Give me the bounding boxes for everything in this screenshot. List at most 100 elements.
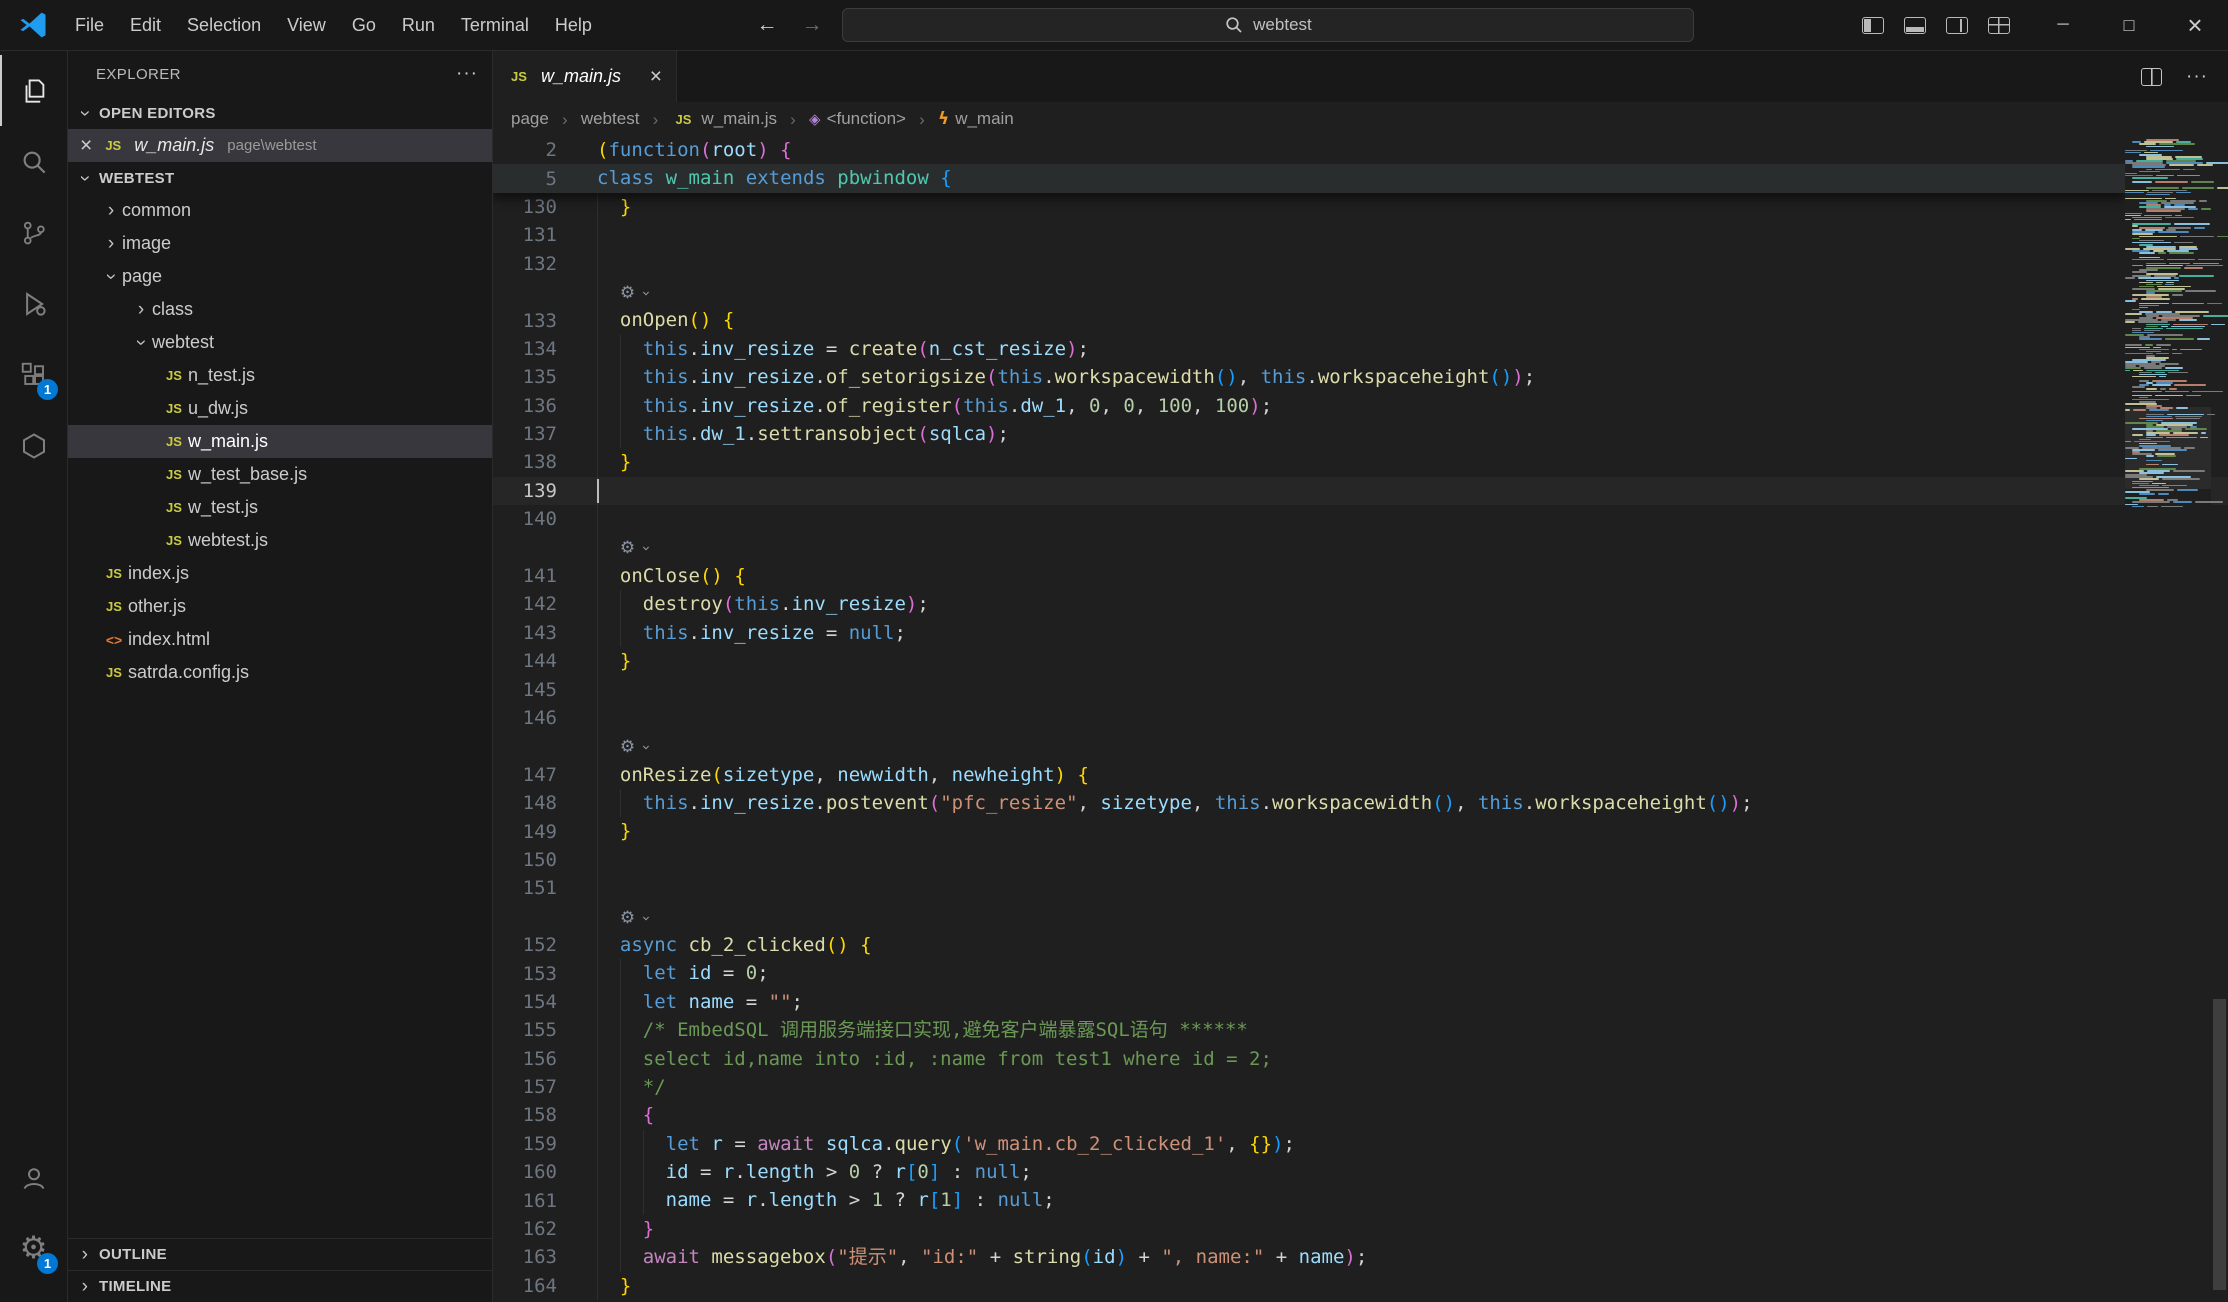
vertical-scrollbar[interactable] xyxy=(2211,136,2228,1302)
line-number[interactable]: 158 xyxy=(493,1104,597,1126)
line-number[interactable]: 5 xyxy=(493,168,597,190)
code-line[interactable]: 132 xyxy=(493,250,2228,278)
menu-file[interactable]: File xyxy=(62,7,117,43)
code-line[interactable]: 152 async cb_2_clicked() { xyxy=(493,931,2228,959)
line-number[interactable]: 163 xyxy=(493,1246,597,1268)
open-editor-item[interactable]: × JS w_main.js page\webtest xyxy=(68,129,492,162)
code-line[interactable]: 158 { xyxy=(493,1101,2228,1129)
tree-item-satrda-config-js[interactable]: JSsatrda.config.js xyxy=(68,656,492,689)
line-number[interactable]: 155 xyxy=(493,1019,597,1041)
maximize-button[interactable]: □ xyxy=(2096,0,2162,50)
toggle-panel-icon[interactable] xyxy=(1904,17,1926,34)
scrollbar-thumb[interactable] xyxy=(2213,999,2226,1291)
breadcrumb-item[interactable]: JSw_main.js xyxy=(671,109,777,129)
tree-item-index-html[interactable]: <>index.html xyxy=(68,623,492,656)
editor-content[interactable]: 2(function(root) {5class w_main extends … xyxy=(493,136,2228,1302)
tree-item-w-test-base-js[interactable]: JSw_test_base.js xyxy=(68,458,492,491)
tree-item-image[interactable]: ›image xyxy=(68,227,492,260)
line-number[interactable]: 143 xyxy=(493,622,597,644)
line-number[interactable]: 135 xyxy=(493,366,597,388)
breadcrumb-item[interactable]: page xyxy=(511,109,549,129)
code-line[interactable]: 134 this.inv_resize = create(n_cst_resiz… xyxy=(493,335,2228,363)
code-decoration-row[interactable]: ⚙› xyxy=(493,533,2228,561)
line-number[interactable]: 138 xyxy=(493,451,597,473)
menu-run[interactable]: Run xyxy=(389,7,448,43)
code-line[interactable]: 162 } xyxy=(493,1215,2228,1243)
tree-item-other-js[interactable]: JSother.js xyxy=(68,590,492,623)
line-number[interactable]: 139 xyxy=(493,480,597,502)
command-center-search[interactable]: webtest xyxy=(842,8,1694,42)
line-number[interactable]: 2 xyxy=(493,139,597,161)
line-number[interactable]: 150 xyxy=(493,849,597,871)
timeline-header[interactable]: › TIMELINE xyxy=(68,1270,492,1302)
code-line[interactable]: 147 onResize(sizetype, newwidth, newheig… xyxy=(493,761,2228,789)
accounts-icon[interactable] xyxy=(0,1142,67,1213)
code-line[interactable]: 148 this.inv_resize.postevent("pfc_resiz… xyxy=(493,789,2228,817)
line-number[interactable]: 152 xyxy=(493,934,597,956)
close-window-button[interactable]: × xyxy=(2162,0,2228,50)
line-number[interactable]: 160 xyxy=(493,1161,597,1183)
line-number[interactable]: 149 xyxy=(493,821,597,843)
code-decoration-row[interactable]: ⚙› xyxy=(493,903,2228,931)
open-editors-header[interactable]: › OPEN EDITORS xyxy=(68,97,492,129)
close-tab-icon[interactable]: × xyxy=(650,66,662,87)
line-number[interactable]: 157 xyxy=(493,1076,597,1098)
search-view-icon[interactable] xyxy=(0,126,67,197)
menu-terminal[interactable]: Terminal xyxy=(448,7,542,43)
menu-help[interactable]: Help xyxy=(542,7,605,43)
line-number[interactable]: 132 xyxy=(493,253,597,275)
explorer-view-icon[interactable] xyxy=(0,55,67,126)
code-line[interactable]: 146 xyxy=(493,704,2228,732)
code-line[interactable]: 139 xyxy=(493,477,2228,505)
code-line[interactable]: 135 this.inv_resize.of_setorigsize(this.… xyxy=(493,363,2228,391)
more-actions-icon[interactable]: ··· xyxy=(2186,66,2208,88)
breadcrumb-item[interactable]: ϟw_main xyxy=(938,109,1014,129)
minimize-button[interactable]: ─ xyxy=(2030,0,2096,50)
forward-icon[interactable]: → xyxy=(797,13,826,37)
sticky-scroll[interactable]: 2(function(root) {5class w_main extends … xyxy=(493,136,2125,193)
line-number[interactable]: 148 xyxy=(493,792,597,814)
chevron-down-icon[interactable]: › xyxy=(632,743,660,752)
breadcrumb-item[interactable]: webtest xyxy=(581,109,640,129)
code-line[interactable]: 131 xyxy=(493,221,2228,249)
toggle-sidebar-icon[interactable] xyxy=(1862,17,1884,34)
line-number[interactable]: 137 xyxy=(493,423,597,445)
close-editor-icon[interactable]: × xyxy=(80,135,92,156)
code-line[interactable]: 151 xyxy=(493,874,2228,902)
tree-item-webtest-js[interactable]: JSwebtest.js xyxy=(68,524,492,557)
code-line[interactable]: 161 name = r.length > 1 ? r[1] : null; xyxy=(493,1186,2228,1214)
chevron-down-icon[interactable]: › xyxy=(632,544,660,553)
code-lines[interactable]: 130 }131132 ⚙›133 onOpen() {134 this.inv… xyxy=(493,193,2228,1300)
line-number[interactable]: 130 xyxy=(493,196,597,218)
code-line[interactable]: 157 */ xyxy=(493,1073,2228,1101)
line-number[interactable]: 136 xyxy=(493,395,597,417)
tree-item-w-test-js[interactable]: JSw_test.js xyxy=(68,491,492,524)
line-number[interactable]: 162 xyxy=(493,1218,597,1240)
code-line[interactable]: 164 } xyxy=(493,1272,2228,1300)
code-decoration-row[interactable]: ⚙› xyxy=(493,732,2228,760)
more-actions-icon[interactable]: ··· xyxy=(456,63,478,85)
tree-item-u-dw-js[interactable]: JSu_dw.js xyxy=(68,392,492,425)
workspace-folder-header[interactable]: › WEBTEST xyxy=(68,162,492,194)
code-line[interactable]: 2(function(root) { xyxy=(493,136,2125,164)
code-line[interactable]: 143 this.inv_resize = null; xyxy=(493,619,2228,647)
line-number[interactable]: 140 xyxy=(493,508,597,530)
extensions-view-icon[interactable]: 1 xyxy=(0,339,67,410)
source-control-icon[interactable] xyxy=(0,197,67,268)
line-number[interactable]: 145 xyxy=(493,679,597,701)
customize-layout-icon[interactable] xyxy=(1988,17,2010,34)
menu-selection[interactable]: Selection xyxy=(174,7,274,43)
line-number[interactable]: 153 xyxy=(493,963,597,985)
tree-item-webtest[interactable]: ›webtest xyxy=(68,326,492,359)
line-number[interactable]: 159 xyxy=(493,1133,597,1155)
tree-item-index-js[interactable]: JSindex.js xyxy=(68,557,492,590)
code-line[interactable]: 144 } xyxy=(493,647,2228,675)
code-line[interactable]: 138 } xyxy=(493,448,2228,476)
line-number[interactable]: 134 xyxy=(493,338,597,360)
code-line[interactable]: 136 this.inv_resize.of_register(this.dw_… xyxy=(493,392,2228,420)
line-number[interactable]: 142 xyxy=(493,593,597,615)
tree-item-w-main-js[interactable]: JSw_main.js xyxy=(68,425,492,458)
line-number[interactable]: 146 xyxy=(493,707,597,729)
tree-item-page[interactable]: ›page xyxy=(68,260,492,293)
line-number[interactable]: 161 xyxy=(493,1190,597,1212)
